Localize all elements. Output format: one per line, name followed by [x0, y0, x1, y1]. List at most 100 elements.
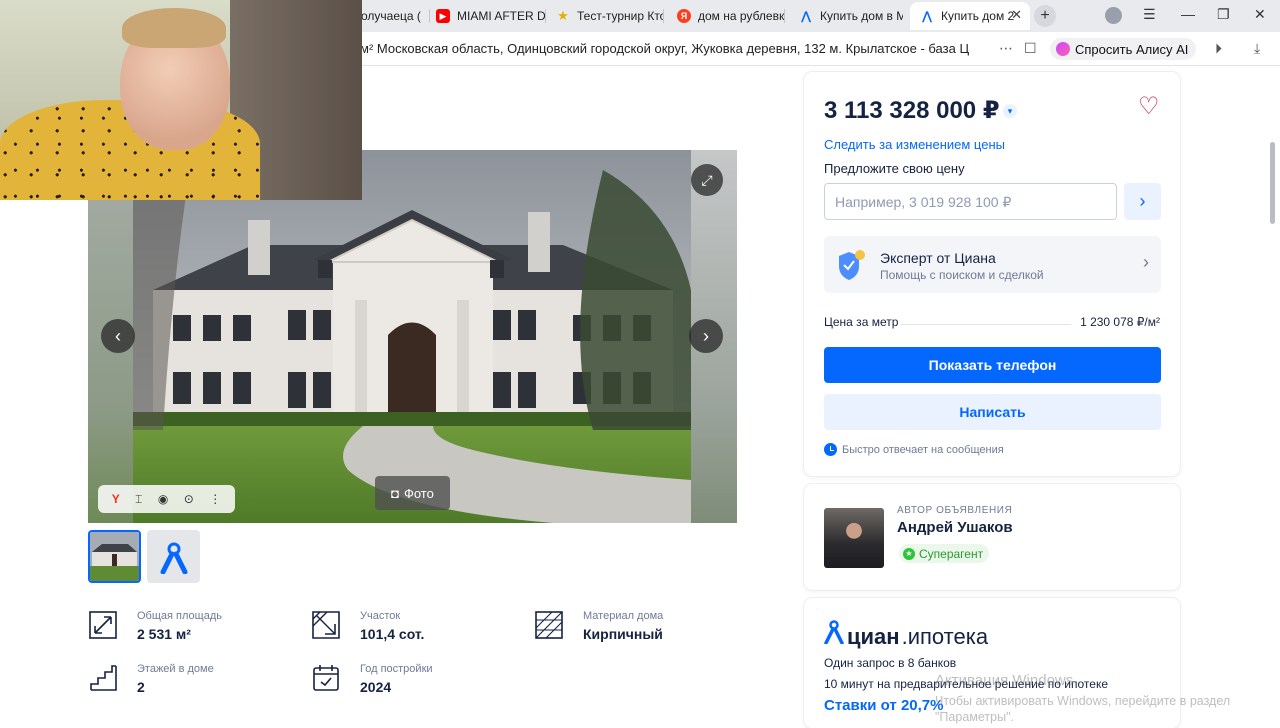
price-per-meter-value: 1 230 078 ₽/м²	[1080, 315, 1160, 329]
follow-price-link[interactable]: Следить за изменением цены	[824, 137, 1005, 152]
photo-gallery: ‹ › ⤢ Y ⌶ ◉ ⊙ ⋮ ◘ Фото	[88, 150, 737, 523]
tab-label: MIAMI AFTER DA	[457, 9, 546, 23]
map-thumbnail[interactable]	[147, 530, 200, 583]
price: 3 113 328 000 ₽	[824, 97, 1000, 124]
fact-label: Участок	[360, 610, 401, 622]
minimize-icon[interactable]: —	[1181, 6, 1195, 22]
browser-tab[interactable]: ★ Тест-турнир Кто	[556, 4, 664, 28]
offer-submit-button[interactable]: ›	[1124, 183, 1161, 220]
menu-icon[interactable]: ☰	[1143, 6, 1156, 23]
webcam-person-hair	[122, 8, 226, 48]
tab-label: Купить дом в Мо	[820, 9, 903, 23]
superagent-badge: ★ Суперагент	[899, 544, 990, 563]
fact-value: Кирпичный	[583, 626, 663, 642]
browser-tab[interactable]: ▶ MIAMI AFTER DA	[436, 4, 546, 28]
cian-icon: ⋀	[800, 9, 812, 23]
fact-material: Материал дома Кирпичный	[534, 610, 734, 650]
author-label: АВТОР ОБЪЯВЛЕНИЯ	[897, 505, 1013, 516]
bookmark-icon[interactable]: ☐	[1024, 40, 1037, 57]
offer-price-input[interactable]	[824, 183, 1117, 220]
offer-price-label: Предложите свою цену	[824, 161, 965, 176]
profile-avatar[interactable]	[1105, 7, 1122, 24]
fact-year-built: Год постройки 2024	[311, 663, 511, 703]
calendar-icon	[313, 665, 339, 691]
star-icon: ★	[557, 8, 569, 23]
address-text[interactable]: м² Московская область, Одинцовский город…	[360, 41, 970, 56]
fact-plot: Участок 101,4 сот.	[311, 610, 511, 650]
play-icon[interactable]: ⏵	[1215, 40, 1222, 57]
text-select-icon[interactable]: ⌶	[135, 492, 142, 507]
fast-reply-note: Быстро отвечает на сообщения	[824, 443, 1004, 456]
favorite-heart-icon[interactable]: ♡	[1138, 92, 1160, 121]
shield-icon	[839, 250, 865, 280]
chevron-right-icon: ›	[1143, 252, 1149, 272]
camera-search-icon[interactable]: ⊙	[184, 492, 194, 506]
more-vertical-icon[interactable]: ⋮	[209, 492, 221, 506]
gallery-prev-button[interactable]: ‹	[101, 319, 135, 353]
expert-banner[interactable]: Эксперт от Циана Помощь с поиском и сдел…	[824, 236, 1161, 293]
cian-icon: ⋀	[921, 9, 933, 23]
tab-label: дом на рублевк	[698, 9, 785, 23]
cian-logo-icon	[824, 620, 844, 644]
show-phone-button[interactable]: Показать телефон	[824, 347, 1161, 383]
expert-subtitle: Помощь с поиском и сделкой	[880, 268, 1044, 282]
expert-title: Эксперт от Циана	[880, 250, 996, 266]
camera-icon: ◘	[391, 485, 399, 501]
more-icon[interactable]: ⋯	[999, 40, 1013, 57]
author-name[interactable]: Андрей Ушаков	[897, 519, 1013, 536]
yandex-lens-icon[interactable]: Y	[112, 492, 120, 506]
fact-label: Этажей в доме	[137, 663, 214, 675]
chevron-right-icon: ›	[1139, 191, 1146, 211]
house-photo[interactable]	[133, 150, 691, 523]
author-card: АВТОР ОБЪЯВЛЕНИЯ Андрей Ушаков ★ Супераг…	[804, 484, 1180, 590]
fact-label: Общая площадь	[137, 610, 222, 622]
divider	[901, 324, 1071, 325]
fact-value: 2	[137, 679, 145, 695]
logo-word-cian: циан	[847, 624, 900, 649]
photo-button[interactable]: ◘ Фото	[375, 476, 450, 510]
author-avatar[interactable]	[824, 508, 884, 568]
yandex-icon: Я	[677, 9, 691, 23]
restore-icon[interactable]: ❐	[1217, 6, 1230, 23]
windows-watermark-title: Активация Windows	[935, 672, 1074, 689]
windows-watermark-text: Чтобы активировать Windows, перейдите в …	[935, 693, 1230, 725]
youtube-icon: ▶	[436, 9, 450, 23]
download-icon[interactable]: ⤓	[1254, 40, 1260, 57]
watermark-line: "Параметры".	[935, 710, 1014, 724]
logo-word-mortgage: .ипотека	[901, 624, 989, 649]
gallery-next-button[interactable]: ›	[689, 319, 723, 353]
close-window-icon[interactable]: ✕	[1254, 6, 1266, 23]
clock-icon	[824, 443, 837, 456]
close-icon[interactable]: ✕	[1011, 7, 1022, 23]
stairs-icon	[90, 665, 117, 691]
area-icon	[89, 611, 117, 639]
page-scrollbar[interactable]	[1270, 142, 1275, 224]
browser-tab[interactable]: ⋀ Купить дом в Мо	[799, 4, 903, 28]
chevron-down-icon[interactable]: ▾	[1003, 104, 1017, 118]
superagent-label: Суперагент	[919, 546, 984, 561]
fast-reply-text: Быстро отвечает на сообщения	[842, 443, 1004, 456]
tab-label: Купить дом 2	[941, 9, 1015, 23]
alice-icon	[1056, 42, 1070, 56]
photo-button-label: Фото	[403, 485, 434, 501]
image-tools-bar: Y ⌶ ◉ ⊙ ⋮	[98, 485, 235, 513]
new-tab-button[interactable]: +	[1034, 5, 1056, 27]
alice-label: Спросить Алису AI	[1075, 41, 1189, 57]
mortgage-line: Один запрос в 8 банков	[824, 656, 957, 670]
expand-icon[interactable]: ⤢	[691, 164, 723, 196]
browser-tab[interactable]: Я дом на рублевк	[677, 4, 785, 28]
write-message-button[interactable]: Написать	[824, 394, 1161, 430]
watermark-line: Чтобы активировать Windows, перейдите в …	[935, 694, 1231, 708]
gallery-thumbnail[interactable]	[88, 530, 141, 583]
webcam-overlay	[0, 0, 362, 200]
fact-label: Материал дома	[583, 610, 664, 622]
fact-floors: Этажей в доме 2	[88, 663, 288, 703]
price-per-meter-label: Цена за метр	[824, 315, 899, 329]
tab-label: Тест-турнир Кто	[577, 9, 664, 23]
alice-button[interactable]: Спросить Алису AI	[1050, 38, 1197, 60]
fact-label: Год постройки	[360, 663, 433, 675]
browser-tab-active[interactable]: ⋀ Купить дом 2 ✕	[910, 2, 1030, 30]
plot-icon	[312, 611, 340, 639]
eye-icon[interactable]: ◉	[158, 492, 168, 506]
mortgage-rate[interactable]: Ставки от 20,7%	[824, 697, 943, 714]
